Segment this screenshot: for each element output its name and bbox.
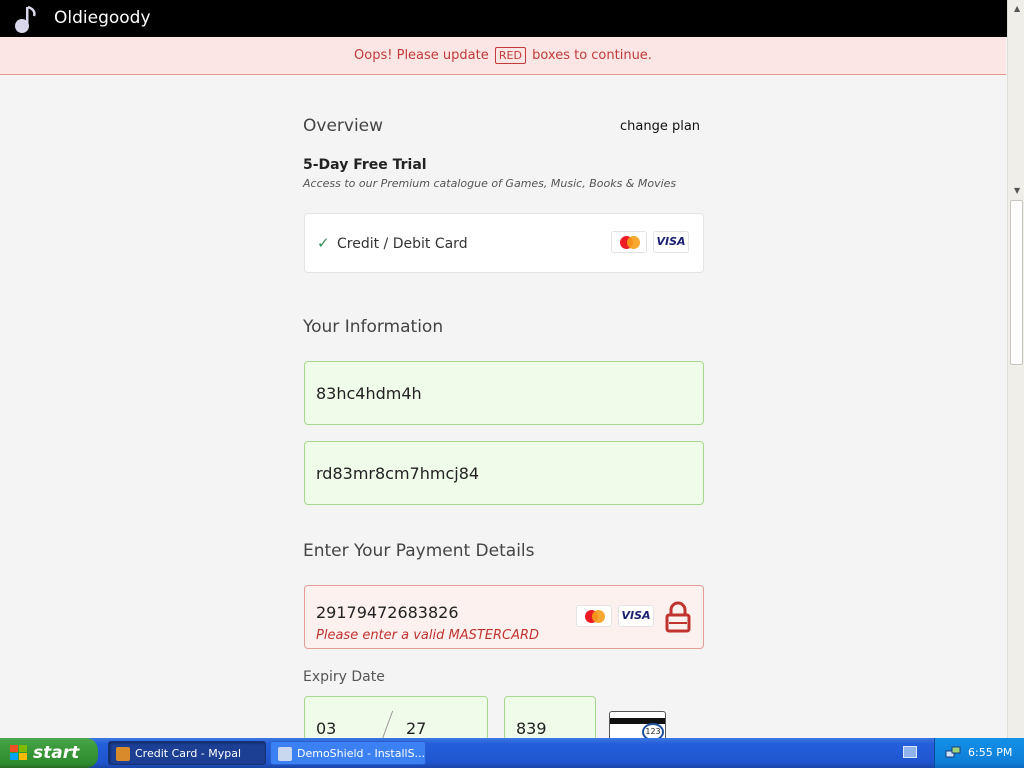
system-tray: 6:55 PM: [934, 738, 1024, 768]
scroll-down-arrow-icon[interactable]: ▼: [1014, 186, 1020, 195]
mastercard-icon: [576, 605, 612, 627]
windows-flag-icon: [10, 745, 27, 760]
taskbar-item-mypal[interactable]: Credit Card - Mypal: [108, 741, 266, 765]
plan-name: 5-Day Free Trial: [303, 157, 427, 173]
cvv-hint-icon: 123: [609, 711, 666, 741]
expiry-divider: [381, 710, 394, 740]
lock-icon: [665, 601, 691, 633]
music-note-icon: [15, 5, 36, 33]
banner-prefix: Oops! Please update: [354, 48, 489, 63]
visa-icon: VISA: [618, 605, 654, 627]
cvv-value: 839: [516, 719, 547, 738]
app-header: Oldiegoody: [0, 0, 1024, 37]
info-field-1[interactable]: 83hc4hdm4h: [304, 361, 704, 425]
taskbar-item-demoshield[interactable]: DemoShield - InstallS...: [270, 741, 426, 765]
payment-details-title: Enter Your Payment Details: [303, 541, 535, 561]
start-button[interactable]: start: [0, 738, 98, 768]
info-field-2-value: rd83mr8cm7hmcj84: [316, 464, 480, 483]
expiry-year[interactable]: 27: [406, 719, 426, 738]
payment-method-option[interactable]: ✓ Credit / Debit Card VISA: [304, 213, 704, 273]
expiry-month[interactable]: 03: [316, 719, 336, 738]
error-banner: Oops! Please update RED boxes to continu…: [0, 37, 1006, 75]
scrollbar-thumb[interactable]: [1010, 200, 1023, 365]
keyboard-icon[interactable]: [903, 746, 917, 758]
scroll-up-arrow-icon[interactable]: ▲: [1014, 4, 1020, 13]
payment-method-label: Credit / Debit Card: [337, 236, 468, 252]
banner-highlight: RED: [494, 47, 526, 64]
brand-name[interactable]: Oldiegoody: [54, 8, 151, 28]
info-field-2[interactable]: rd83mr8cm7hmcj84: [304, 441, 704, 505]
overview-title: Overview: [303, 116, 384, 136]
mastercard-icon: [611, 231, 647, 253]
change-plan-link[interactable]: change plan: [620, 119, 700, 134]
card-number-field[interactable]: 29179472683826 Please enter a valid MAST…: [304, 585, 704, 649]
vertical-scrollbar[interactable]: ▲ ▼: [1007, 0, 1024, 738]
taskbar: start Credit Card - Mypal DemoShield - I…: [0, 738, 1024, 768]
banner-suffix: boxes to continue.: [532, 48, 652, 63]
start-label: start: [33, 743, 80, 763]
installer-icon: [278, 747, 292, 761]
expiry-date-label: Expiry Date: [303, 669, 385, 685]
taskbar-item-label: DemoShield - InstallS...: [297, 747, 426, 760]
check-icon: ✓: [317, 234, 330, 252]
visa-icon: VISA: [653, 231, 689, 253]
browser-icon: [116, 747, 130, 761]
clock[interactable]: 6:55 PM: [968, 746, 1012, 759]
taskbar-item-label: Credit Card - Mypal: [135, 747, 242, 760]
info-field-1-value: 83hc4hdm4h: [316, 384, 422, 403]
network-icon[interactable]: [945, 745, 961, 761]
card-number-value: 29179472683826: [316, 603, 459, 622]
plan-description: Access to our Premium catalogue of Games…: [303, 177, 677, 190]
card-number-error: Please enter a valid MASTERCARD: [316, 628, 540, 643]
your-information-title: Your Information: [303, 317, 444, 337]
